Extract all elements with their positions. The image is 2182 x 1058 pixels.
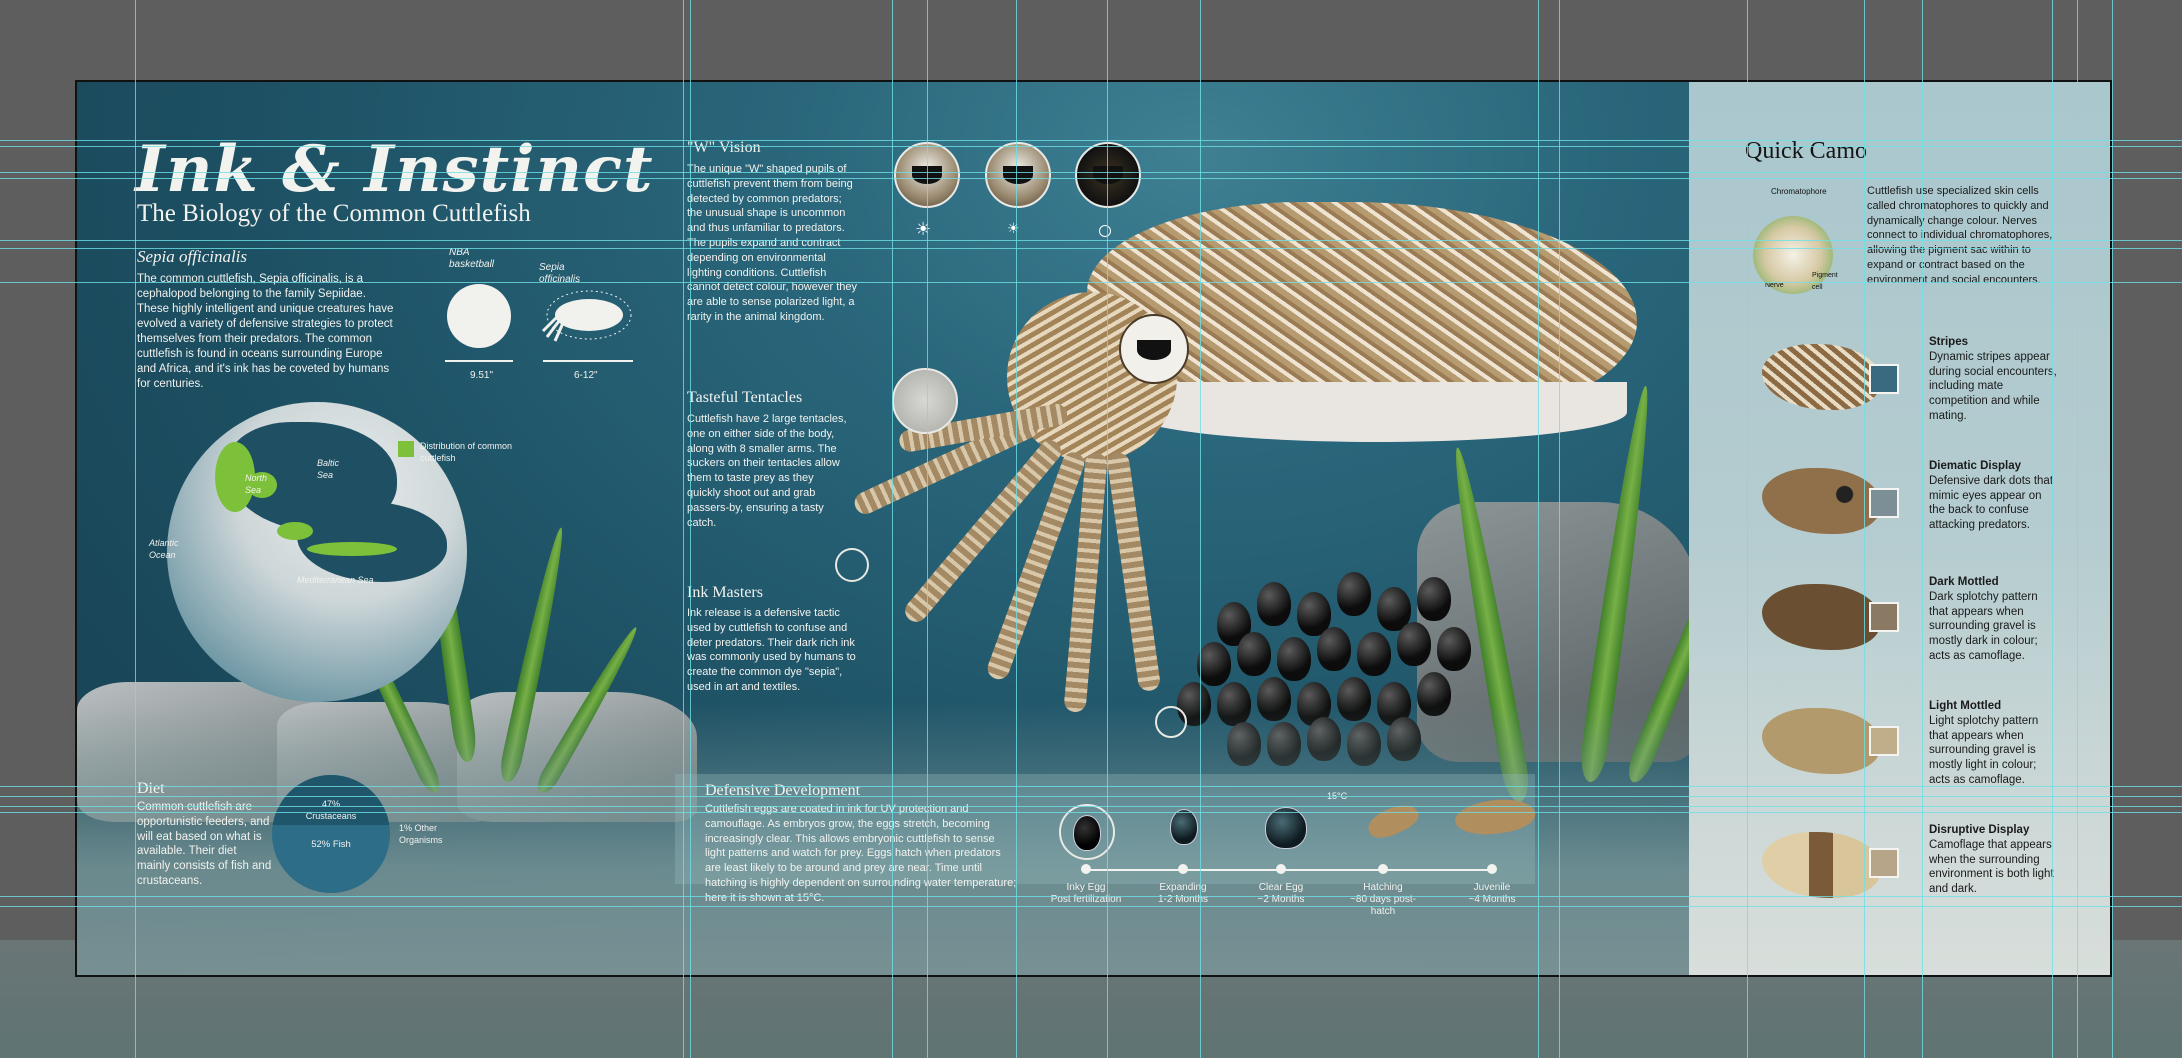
- map-legend-label: Distribution of common cuttlefish: [420, 441, 513, 463]
- stage-expanding: Expanding 1-2 Months: [1138, 882, 1228, 906]
- stage-juvenile: Juvenile ~4 Months: [1447, 882, 1537, 906]
- development-timeline: [1085, 869, 1494, 871]
- bright-light-icon: ☀: [915, 219, 932, 239]
- ink-heading: Ink Masters: [687, 584, 763, 601]
- pupil-eye-2: [985, 142, 1051, 208]
- light-mottled-swatch: [1869, 726, 1899, 756]
- map-label-north-sea: North Sea: [245, 473, 268, 495]
- dim-light-icon: ☀: [1007, 220, 1020, 236]
- camo-item-title: Dark Mottled: [1929, 576, 1999, 588]
- timeline-dot: [1276, 864, 1286, 874]
- disruptive-swatch: [1869, 848, 1899, 878]
- intro-text: The common cuttlefish, Sepia officinalis…: [137, 273, 394, 390]
- timeline-dot: [1081, 864, 1091, 874]
- timeline-dot: [1487, 864, 1497, 874]
- timeline-dot: [1178, 864, 1188, 874]
- stage-name: Clear Egg: [1258, 882, 1304, 893]
- infographic-artboard[interactable]: Ink & Instinct The Biology of the Common…: [75, 80, 2112, 977]
- stage-name: Inky Egg: [1066, 882, 1106, 893]
- dark-mottled-swatch: [1869, 602, 1899, 632]
- ink-callout-ring: [835, 548, 869, 582]
- ink-text: Ink release is a defensive tactic used b…: [687, 607, 856, 693]
- tentacles-heading: Tasteful Tentacles: [687, 389, 803, 406]
- inky-egg-icon: [1073, 815, 1101, 851]
- dark-light-icon: [1099, 225, 1111, 237]
- stripes-swatch: [1869, 364, 1899, 394]
- diematic-swatch: [1869, 488, 1899, 518]
- camo-item-text: Light splotchy pattern that appears when…: [1929, 714, 2039, 786]
- camo-item-title: Light Mottled: [1929, 700, 2002, 712]
- stage-name: Juvenile: [1473, 882, 1511, 893]
- diet-fish: 52% Fish: [311, 839, 351, 850]
- diet-text: Common cuttlefish are opportunistic feed…: [137, 801, 272, 887]
- pupil-eye-3: [1075, 142, 1141, 208]
- tentacles-text: Cuttlefish have 2 large tentacles, one o…: [687, 413, 847, 529]
- basketball-size: 9.51": [470, 370, 494, 381]
- cuttlefish-outline-icon: [541, 290, 632, 342]
- camo-item-text: Camoflage that appears when the surround…: [1929, 838, 2054, 896]
- vision-text: The unique "W" shaped pupils of cuttlefi…: [687, 163, 857, 323]
- stage-name: Hatching: [1363, 882, 1403, 893]
- camo-item-text: Dynamic stripes appear during social enc…: [1929, 350, 2057, 422]
- basketball-dimension-line: [445, 360, 513, 362]
- stage-inky-egg: Inky Egg Post fertilization: [1041, 882, 1131, 906]
- stage-hatching: Hatching ~80 days post-hatch: [1338, 882, 1428, 918]
- camo-item-dark-mottled: Dark Mottled Dark splotchy pattern that …: [1929, 575, 2059, 664]
- diet-other: 1% Other Organisms: [399, 823, 443, 845]
- development-text: Cuttlefish eggs are coated in ink for UV…: [705, 803, 1017, 904]
- camo-item-diematic: Diematic Display Defensive dark dots tha…: [1929, 459, 2059, 533]
- camo-item-disruptive: Disruptive Display Camoflage that appear…: [1929, 823, 2059, 897]
- camo-intro: Cuttlefish use specialized skin cells ca…: [1867, 185, 2053, 286]
- development-heading: Defensive Development: [705, 782, 861, 799]
- page-subtitle: The Biology of the Common Cuttlefish: [137, 200, 531, 227]
- vision-heading: "W" Vision: [687, 139, 761, 156]
- expanding-egg-icon: [1170, 809, 1198, 845]
- egg-callout-ring: [1155, 706, 1187, 738]
- diet-pie-chart: [272, 775, 390, 893]
- map-label-atlantic: Atlantic Ocean: [149, 538, 179, 560]
- cuttle-size: 6-12": [574, 370, 598, 381]
- cuttle-dimension-line: [543, 360, 633, 362]
- camo-item-title: Stripes: [1929, 336, 1968, 348]
- map-label-mediterranean: Mediterranean Sea: [297, 575, 374, 585]
- stage-clear-egg: Clear Egg ~2 Months: [1236, 882, 1326, 906]
- camo-title: Quick Camo: [1745, 138, 1867, 164]
- map-label-baltic: Baltic Sea: [317, 458, 340, 480]
- clear-egg-icon: [1265, 807, 1307, 849]
- cuttlefish-fin: [1127, 382, 1627, 442]
- basketball-icon: [447, 284, 511, 348]
- sucker-detail: [892, 368, 958, 434]
- cuttlefish-eye: [1119, 314, 1189, 384]
- camo-item-title: Diematic Display: [1929, 460, 2022, 472]
- diet-crustaceans: 47% Crustaceans: [305, 799, 357, 821]
- map-legend-swatch: [398, 441, 414, 457]
- camo-item-stripes: Stripes Dynamic stripes appear during so…: [1929, 335, 2059, 424]
- timeline-dot: [1378, 864, 1388, 874]
- chromatophore-label: Chromatophore: [1771, 187, 1827, 196]
- camo-item-title: Disruptive Display: [1929, 824, 2030, 836]
- camo-item-light-mottled: Light Mottled Light splotchy pattern tha…: [1929, 699, 2059, 788]
- camo-item-text: Dark splotchy pattern that appears when …: [1929, 590, 2038, 662]
- species-name: Sepia officinalis: [137, 247, 248, 266]
- camo-item-text: Defensive dark dots that mimic eyes appe…: [1929, 474, 2054, 532]
- page-title: Ink & Instinct: [135, 132, 654, 207]
- basketball-label: NBA basketball: [449, 247, 495, 270]
